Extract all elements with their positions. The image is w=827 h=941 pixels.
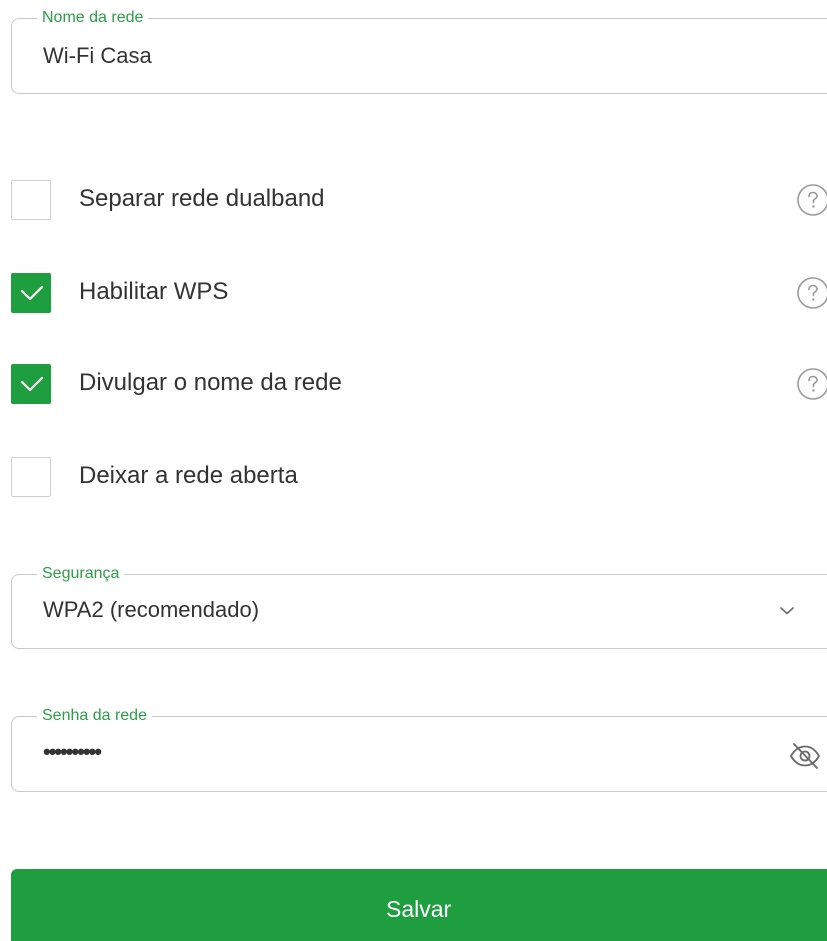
checkbox-separate-dualband[interactable] [11, 180, 51, 220]
security-label: Segurança [37, 564, 125, 584]
checkmark-icon [20, 285, 44, 301]
question-circle-icon[interactable] [796, 276, 827, 310]
chevron-down-icon[interactable] [778, 597, 796, 625]
checkbox-open-network[interactable] [11, 457, 51, 497]
save-button[interactable]: Salvar [11, 869, 827, 941]
question-circle-icon[interactable] [796, 367, 827, 401]
password-field[interactable]: Senha da rede •••••••••• [11, 706, 827, 792]
network-name-field[interactable]: Nome da rede Wi-Fi Casa [11, 8, 827, 94]
checkbox-broadcast-ssid[interactable] [11, 364, 51, 404]
option-label: Separar rede dualband [79, 185, 325, 212]
option-label: Divulgar o nome da rede [79, 369, 342, 396]
checkbox-enable-wps[interactable] [11, 273, 51, 313]
security-select[interactable]: Segurança WPA2 (recomendado) [11, 564, 827, 649]
save-button-label: Salvar [386, 896, 452, 922]
option-separate-dualband[interactable]: Separar rede dualband [11, 180, 827, 222]
option-broadcast-ssid[interactable]: Divulgar o nome da rede [11, 364, 827, 406]
eye-off-icon[interactable] [788, 739, 822, 773]
question-circle-icon[interactable] [796, 183, 827, 217]
option-label: Habilitar WPS [79, 278, 229, 305]
security-selected-value: WPA2 (recomendado) [43, 597, 260, 622]
network-name-input[interactable]: Wi-Fi Casa [43, 43, 152, 69]
password-input[interactable]: •••••••••• [43, 739, 102, 765]
wifi-settings-form: Nome da rede Wi-Fi Casa Separar rede dua… [0, 0, 827, 941]
option-enable-wps[interactable]: Habilitar WPS [11, 273, 827, 315]
option-open-network[interactable]: Deixar a rede aberta [11, 457, 827, 499]
option-label: Deixar a rede aberta [79, 462, 298, 489]
network-name-label: Nome da rede [37, 8, 149, 28]
password-label: Senha da rede [37, 706, 152, 726]
checkmark-icon [20, 376, 44, 392]
